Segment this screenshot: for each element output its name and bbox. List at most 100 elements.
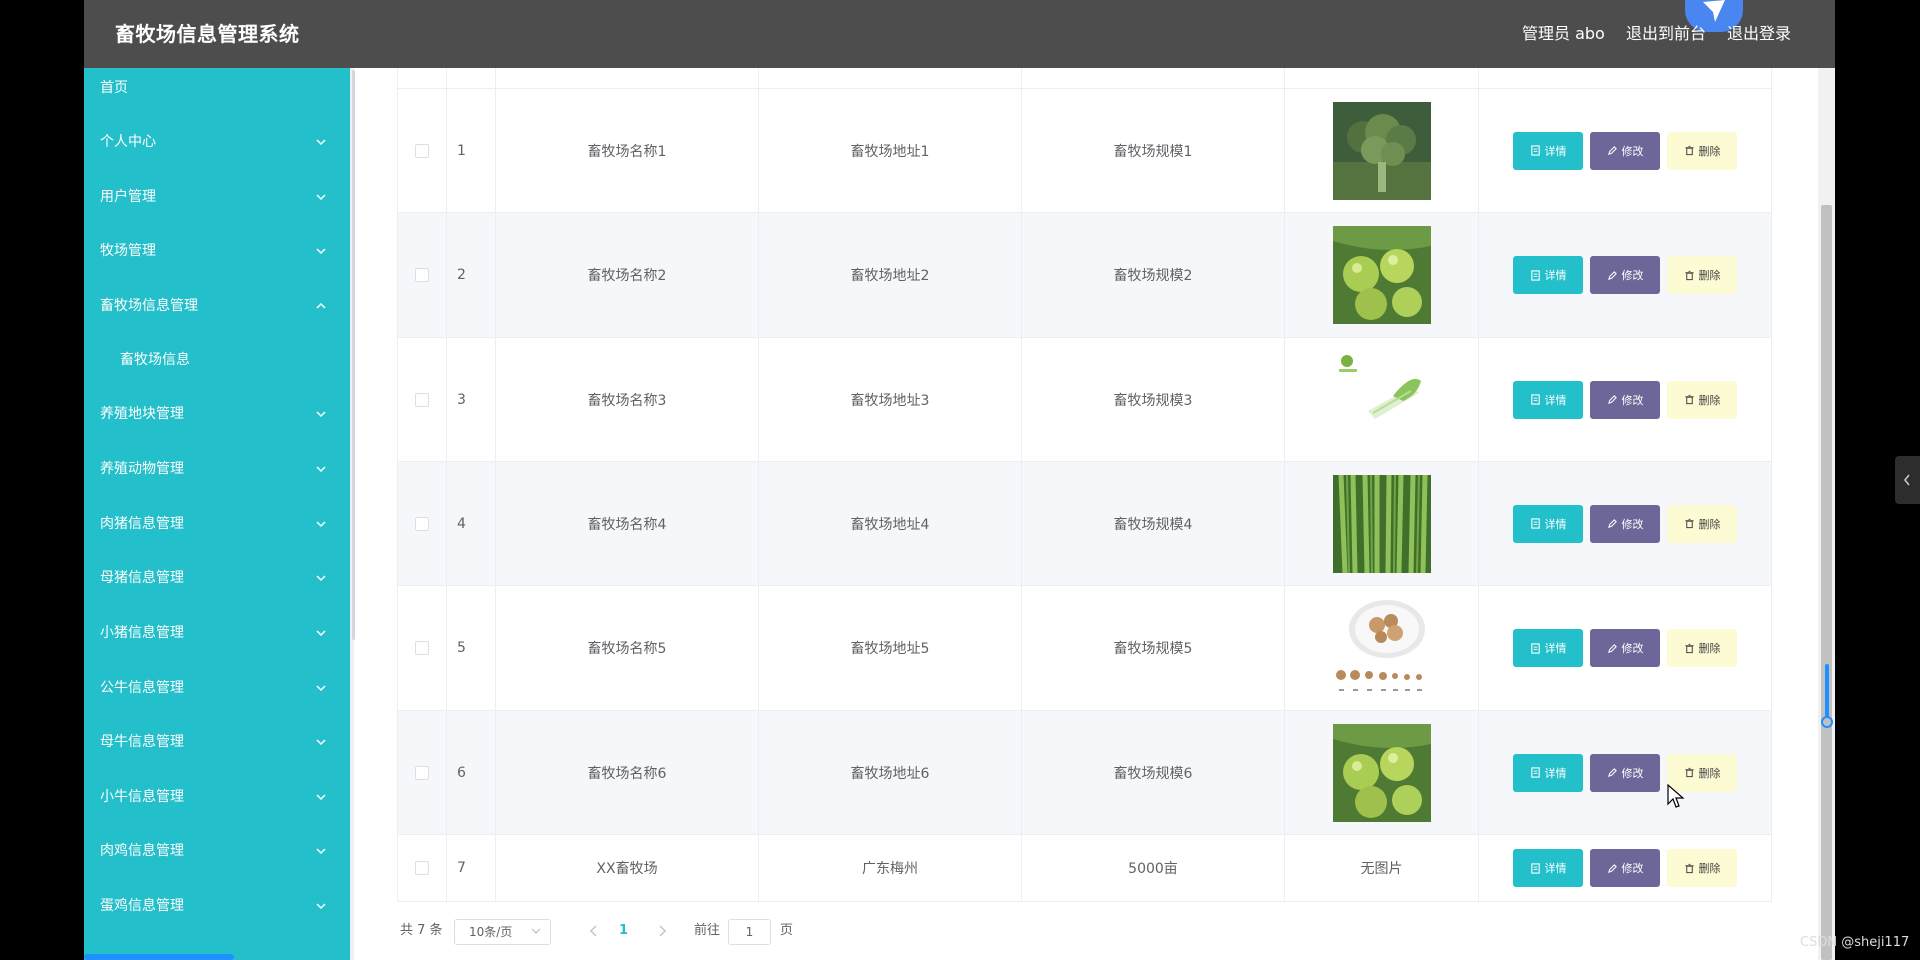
delete-button[interactable]: 删除 — [1667, 629, 1737, 667]
sidebar-scrollbar[interactable] — [352, 70, 355, 640]
row-actions: 详情 修改 删除 — [1513, 462, 1743, 585]
row-checkbox[interactable] — [415, 268, 429, 282]
sidebar-item[interactable]: 养殖地块管理 — [84, 394, 350, 434]
sidebar-item[interactable]: 公牛信息管理 — [84, 668, 350, 708]
name-cell: 畜牧场名称2 — [496, 213, 759, 337]
delete-button[interactable]: 删除 — [1667, 256, 1737, 294]
row-checkbox[interactable] — [415, 861, 429, 875]
sidebar-item[interactable]: 个人中心 — [84, 122, 350, 162]
farm-thumbnail[interactable] — [1332, 474, 1431, 573]
actions-cell: 详情 修改 删除 — [1479, 835, 1771, 901]
table-row[interactable]: 1 畜牧场名称1 畜牧场地址1 畜牧场规模1 详情 修改 删除 — [398, 89, 1771, 213]
sidebar-item[interactable]: 肉猪信息管理 — [84, 504, 350, 544]
sidebar-item[interactable]: 小牛信息管理 — [84, 777, 350, 817]
detail-button[interactable]: 详情 — [1513, 753, 1583, 792]
delete-button[interactable]: 删除 — [1667, 849, 1737, 887]
sidebar-item[interactable]: 养殖动物管理 — [84, 449, 350, 489]
chevron-down-icon — [316, 194, 326, 201]
image-cell — [1285, 586, 1479, 710]
exit-to-frontend-link[interactable]: 退出到前台 — [1626, 0, 1706, 68]
image-cell — [1285, 89, 1479, 212]
table-cell — [496, 68, 759, 88]
sidebar-item[interactable]: 首页 — [84, 68, 350, 108]
edit-button[interactable]: 修改 — [1590, 753, 1660, 792]
detail-button[interactable]: 详情 — [1513, 849, 1583, 887]
delete-button[interactable]: 删除 — [1667, 504, 1737, 543]
table-row[interactable]: 2 畜牧场名称2 畜牧场地址2 畜牧场规模2 详情 修改 删除 — [398, 213, 1771, 338]
sidebar-item[interactable]: 用户管理 — [84, 177, 350, 217]
chevron-down-icon — [316, 848, 326, 855]
name-cell: XX畜牧场 — [496, 835, 759, 901]
row-checkbox[interactable] — [415, 392, 429, 407]
trash-icon — [1684, 643, 1694, 653]
address-cell: 广东梅州 — [759, 835, 1022, 901]
page-size-select[interactable]: 10条/页 — [454, 919, 551, 945]
detail-button[interactable]: 详情 — [1513, 131, 1583, 170]
sidebar-item[interactable]: 肉鸡信息管理 — [84, 831, 350, 871]
farm-thumbnail[interactable] — [1332, 350, 1431, 449]
farm-thumbnail[interactable] — [1332, 101, 1431, 200]
volume-slider-icon[interactable] — [1825, 664, 1829, 722]
sidebar-item[interactable]: 畜牧场信息 — [84, 340, 350, 380]
edit-button[interactable]: 修改 — [1590, 629, 1660, 667]
app-window: 畜牧场信息管理系统 管理员 abo 退出到前台 退出登录 首页 个人中心 用户管理牧… — [84, 0, 1835, 960]
page-number-current[interactable]: 1 — [619, 916, 628, 946]
sidebar-item[interactable]: 母猪信息管理 — [84, 558, 350, 598]
volume-slider-handle[interactable] — [1821, 716, 1833, 728]
row-checkbox[interactable] — [415, 516, 429, 531]
sidebar-item[interactable]: 蛋鸡信息管理 — [84, 886, 350, 926]
sidebar-item[interactable]: 母牛信息管理 — [84, 722, 350, 762]
address-cell: 畜牧场地址1 — [759, 89, 1022, 212]
table-row[interactable]: 6 畜牧场名称6 畜牧场地址6 畜牧场规模6 详情 修改 删除 — [398, 711, 1771, 835]
edit-button[interactable]: 修改 — [1590, 504, 1660, 543]
side-collapse-tab[interactable] — [1895, 456, 1920, 504]
row-checkbox[interactable] — [415, 765, 429, 780]
button-label: 修改 — [1621, 766, 1644, 780]
table-cell — [398, 68, 447, 88]
detail-button[interactable]: 详情 — [1513, 380, 1583, 419]
sidebar-item[interactable]: 畜牧场信息管理 — [84, 286, 350, 326]
farm-thumbnail[interactable] — [1332, 723, 1431, 822]
sidebar-item-label: 牧场管理 — [100, 243, 156, 259]
button-label: 删除 — [1698, 862, 1721, 875]
edit-button[interactable]: 修改 — [1590, 849, 1660, 887]
mouse-cursor-icon — [1667, 784, 1685, 808]
delete-button[interactable]: 删除 — [1667, 131, 1737, 170]
table-row[interactable]: 3 畜牧场名称3 畜牧场地址3 畜牧场规模3 详情 修改 删除 — [398, 338, 1771, 462]
farm-thumbnail[interactable] — [1332, 226, 1431, 324]
address-cell: 畜牧场地址2 — [759, 213, 1022, 337]
row-actions: 详情 修改 删除 — [1513, 213, 1743, 337]
checkbox-cell — [398, 586, 447, 710]
page-scrollbar-thumb[interactable] — [1821, 205, 1832, 960]
row-checkbox[interactable] — [415, 143, 429, 158]
row-checkbox[interactable] — [415, 641, 429, 655]
logout-link[interactable]: 退出登录 — [1727, 0, 1791, 68]
document-icon — [1530, 518, 1540, 529]
edit-button[interactable]: 修改 — [1590, 256, 1660, 294]
next-page-icon[interactable] — [656, 924, 668, 938]
chevron-down-icon — [316, 521, 326, 528]
edit-button[interactable]: 修改 — [1590, 380, 1660, 419]
edit-button[interactable]: 修改 — [1590, 131, 1660, 170]
farm-thumbnail[interactable] — [1332, 599, 1431, 697]
delete-button[interactable]: 删除 — [1667, 380, 1737, 419]
detail-button[interactable]: 详情 — [1513, 504, 1583, 543]
sidebar-item[interactable]: 小猪信息管理 — [84, 613, 350, 653]
prev-page-icon[interactable] — [588, 924, 600, 938]
image-cell — [1285, 462, 1479, 585]
table-row[interactable]: 5 畜牧场名称5 畜牧场地址5 畜牧场规模5 详情 修改 删除 — [398, 586, 1771, 711]
goto-page-input[interactable] — [728, 919, 771, 945]
table-row[interactable]: 4 畜牧场名称4 畜牧场地址4 畜牧场规模4 详情 修改 删除 — [398, 462, 1771, 586]
sidebar-item-label: 用户管理 — [100, 189, 156, 205]
sidebar-item-label: 养殖动物管理 — [100, 461, 184, 477]
chevron-down-icon — [316, 466, 326, 473]
detail-button[interactable]: 详情 — [1513, 629, 1583, 667]
button-label: 删除 — [1698, 393, 1721, 407]
table-row[interactable]: 7 XX畜牧场 广东梅州 5000亩 无图片 详情 修改 删除 — [398, 835, 1771, 902]
index-cell: 5 — [447, 586, 496, 710]
sidebar-item[interactable]: 牧场管理 — [84, 231, 350, 271]
checkbox-cell — [398, 338, 447, 461]
detail-button[interactable]: 详情 — [1513, 256, 1583, 294]
sidebar-item-label: 母牛信息管理 — [100, 734, 184, 750]
trash-icon — [1684, 518, 1694, 529]
